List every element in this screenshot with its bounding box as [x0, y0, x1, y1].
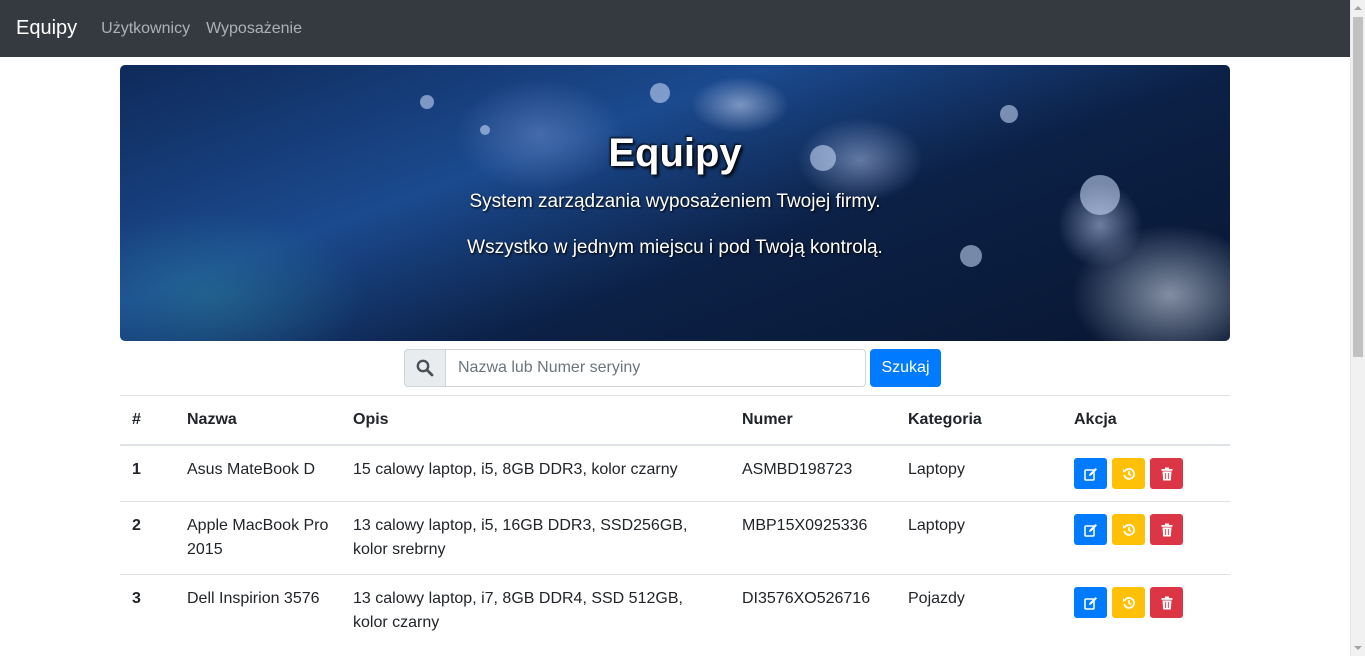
- scroll-down-icon[interactable]: [1354, 646, 1362, 650]
- row-description: 15 calowy laptop, i5, 8GB DDR3, kolor cz…: [341, 444, 730, 502]
- header-category: Kategoria: [896, 395, 1062, 446]
- search-addon: [404, 349, 446, 387]
- delete-button[interactable]: [1150, 458, 1183, 489]
- hero-banner: Equipy System zarządzania wyposażeniem T…: [120, 65, 1230, 341]
- header-action: Akcja: [1062, 395, 1230, 446]
- hero-bokeh: [420, 95, 434, 109]
- row-number: 3: [120, 574, 175, 647]
- trash-icon: [1161, 596, 1172, 609]
- edit-button[interactable]: [1074, 458, 1107, 489]
- row-number: 1: [120, 444, 175, 502]
- edit-icon: [1083, 467, 1097, 481]
- trash-icon: [1161, 523, 1172, 536]
- nav-link-equipment[interactable]: Wyposażenie: [206, 20, 302, 38]
- table-row: 3 Dell Inspirion 3576 13 calowy laptop, …: [120, 574, 1230, 647]
- table-row: 2 Apple MacBook Pro 2015 13 calowy lapto…: [120, 501, 1230, 575]
- row-category: Laptopy: [896, 444, 1062, 502]
- delete-button[interactable]: [1150, 587, 1183, 618]
- navbar: Equipy Użytkownicy Wyposażenie: [0, 0, 1350, 57]
- row-category: Pojazdy: [896, 574, 1062, 647]
- hero-bokeh: [650, 83, 670, 103]
- nav-link-users[interactable]: Użytkownicy: [101, 20, 190, 38]
- trash-icon: [1161, 467, 1172, 480]
- row-serial: DI3576XO526716: [730, 574, 896, 647]
- history-button[interactable]: [1112, 458, 1145, 489]
- row-actions: [1062, 574, 1230, 647]
- edit-button[interactable]: [1074, 514, 1107, 545]
- row-serial: MBP15X0925336: [730, 501, 896, 575]
- navbar-brand[interactable]: Equipy: [16, 17, 77, 40]
- delete-button[interactable]: [1150, 514, 1183, 545]
- search-button[interactable]: Szukaj: [870, 349, 941, 387]
- scroll-thumb[interactable]: [1353, 17, 1363, 357]
- row-number: 2: [120, 501, 175, 575]
- hero-bokeh: [1000, 105, 1018, 123]
- table-row: 1 Asus MateBook D 15 calowy laptop, i5, …: [120, 444, 1230, 502]
- row-description: 13 calowy laptop, i7, 8GB DDR4, SSD 512G…: [341, 574, 730, 647]
- header-serial: Numer: [730, 395, 896, 446]
- row-name: Apple MacBook Pro 2015: [175, 501, 341, 575]
- history-button[interactable]: [1112, 514, 1145, 545]
- page-scrollbar[interactable]: [1350, 0, 1365, 656]
- search-input[interactable]: [446, 349, 866, 387]
- history-button[interactable]: [1112, 587, 1145, 618]
- row-name: Asus MateBook D: [175, 444, 341, 502]
- hero-subtitle: System zarządzania wyposażeniem Twojej f…: [469, 191, 881, 212]
- edit-icon: [1083, 523, 1097, 537]
- scroll-up-icon[interactable]: [1354, 6, 1362, 10]
- edit-button[interactable]: [1074, 587, 1107, 618]
- header-number: #: [120, 395, 175, 446]
- row-serial: ASMBD198723: [730, 444, 896, 502]
- row-actions: [1062, 501, 1230, 575]
- search-bar: Szukaj: [404, 349, 941, 387]
- header-description: Opis: [341, 395, 730, 446]
- history-icon: [1122, 596, 1135, 609]
- edit-icon: [1083, 596, 1097, 610]
- row-name: Dell Inspirion 3576: [175, 574, 341, 647]
- hero-tagline: Wszystko w jednym miejscu i pod Twoją ko…: [467, 237, 883, 258]
- header-name: Nazwa: [175, 395, 341, 446]
- history-icon: [1122, 467, 1135, 480]
- row-actions: [1062, 444, 1230, 502]
- row-description: 13 calowy laptop, i5, 16GB DDR3, SSD256G…: [341, 501, 730, 575]
- search-icon: [416, 359, 434, 377]
- table-header-row: # Nazwa Opis Numer Kategoria Akcja: [120, 395, 1230, 446]
- row-category: Laptopy: [896, 501, 1062, 575]
- history-icon: [1122, 523, 1135, 536]
- hero-title: Equipy: [608, 131, 742, 175]
- equipment-table: # Nazwa Opis Numer Kategoria Akcja 1 Asu…: [120, 395, 1230, 647]
